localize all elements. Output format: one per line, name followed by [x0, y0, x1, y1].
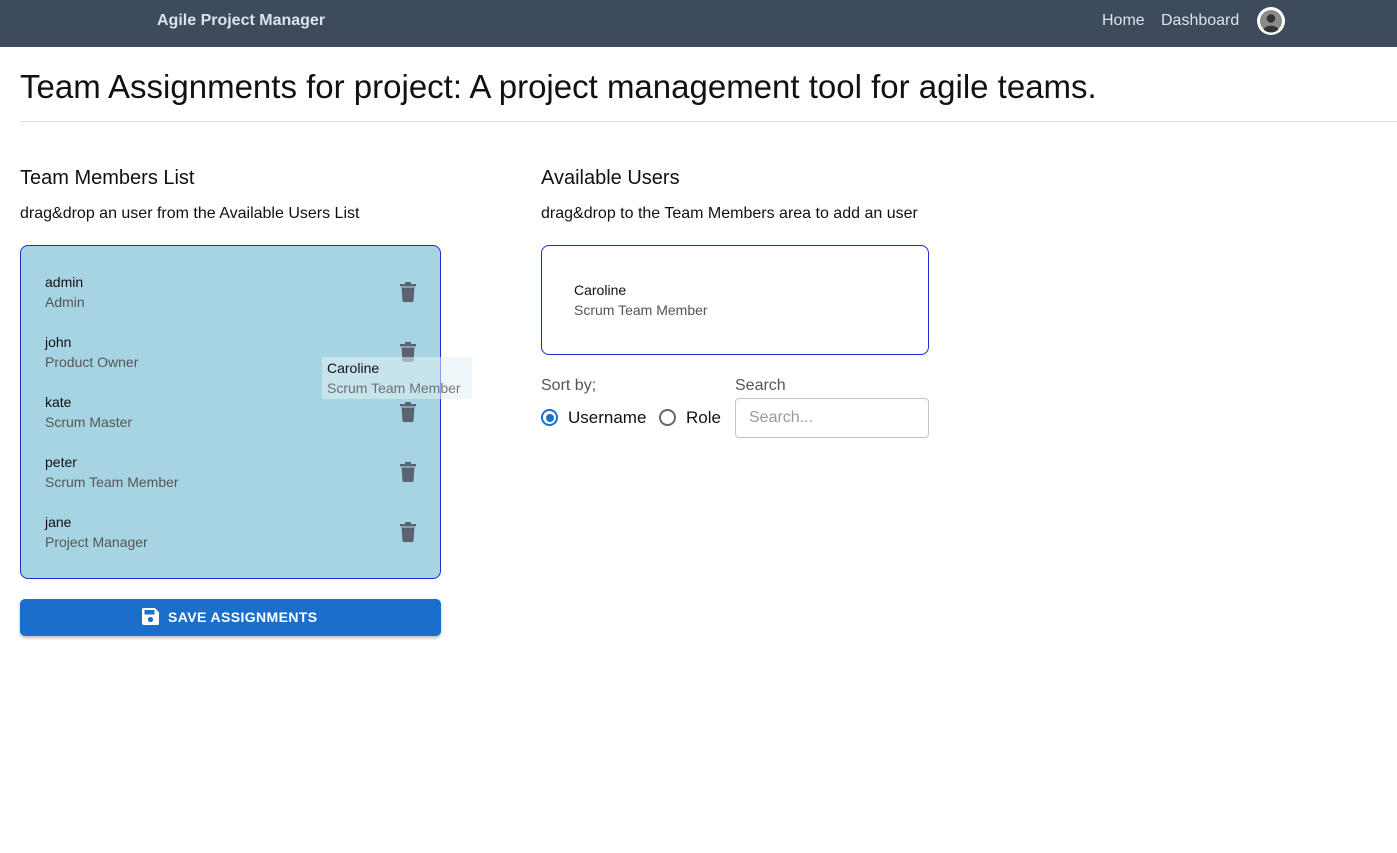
trash-icon[interactable]	[400, 282, 416, 302]
sort-username-label[interactable]: Username	[568, 408, 646, 428]
trash-icon[interactable]	[400, 462, 416, 482]
member-name: john	[45, 334, 72, 350]
member-role: Admin	[45, 294, 85, 310]
drag-preview-role: Scrum Team Member	[327, 380, 461, 396]
member-name: kate	[45, 394, 72, 410]
team-member-item[interactable]: admin Admin	[45, 274, 415, 324]
available-user-item[interactable]: Caroline Scrum Team Member	[574, 282, 874, 324]
search-label: Search	[735, 377, 786, 394]
member-role: Scrum Team Member	[45, 474, 179, 490]
member-name: jane	[45, 514, 72, 530]
navbar: Agile Project Manager Home Dashboard	[0, 0, 1397, 47]
save-assignments-button[interactable]: SAVE ASSIGNMENTS	[20, 599, 441, 636]
available-users-hint: drag&drop to the Team Members area to ad…	[541, 205, 918, 222]
trash-icon[interactable]	[400, 402, 416, 422]
nav-link-home[interactable]: Home	[1102, 12, 1145, 30]
brand-title[interactable]: Agile Project Manager	[157, 12, 325, 30]
team-member-item[interactable]: jane Project Manager	[45, 514, 415, 564]
member-name: admin	[45, 274, 84, 290]
nav-link-dashboard[interactable]: Dashboard	[1161, 12, 1239, 30]
team-members-hint: drag&drop an user from the Available Use…	[20, 205, 360, 222]
available-user-name: Caroline	[574, 282, 627, 298]
drag-preview-name: Caroline	[327, 360, 380, 376]
search-input[interactable]	[735, 398, 929, 438]
sort-by-label: Sort by;	[541, 377, 597, 394]
trash-icon[interactable]	[400, 522, 416, 542]
page-title: Team Assignments for project: A project …	[20, 68, 1097, 105]
available-users-title: Available Users	[541, 167, 680, 189]
member-role: Product Owner	[45, 354, 139, 370]
save-assignments-label: SAVE ASSIGNMENTS	[168, 609, 318, 625]
sort-role-label[interactable]: Role	[686, 408, 721, 428]
team-members-dropzone[interactable]: admin Admin john Product Owner kate Scru…	[20, 245, 441, 579]
member-role: Project Manager	[45, 534, 148, 550]
available-user-role: Scrum Team Member	[574, 302, 708, 318]
member-role: Scrum Master	[45, 414, 133, 430]
user-avatar-icon[interactable]	[1257, 7, 1285, 35]
sort-role-radio[interactable]	[659, 409, 676, 426]
sort-username-radio[interactable]	[541, 409, 558, 426]
member-name: peter	[45, 454, 77, 470]
team-members-title: Team Members List	[20, 167, 195, 189]
team-member-item[interactable]: kate Scrum Master	[45, 394, 415, 444]
save-icon	[142, 608, 159, 625]
drag-preview-item[interactable]: Caroline Scrum Team Member	[322, 357, 472, 399]
team-member-item[interactable]: peter Scrum Team Member	[45, 454, 415, 504]
available-users-list[interactable]: Caroline Scrum Team Member	[541, 245, 929, 355]
title-divider	[20, 121, 1397, 122]
